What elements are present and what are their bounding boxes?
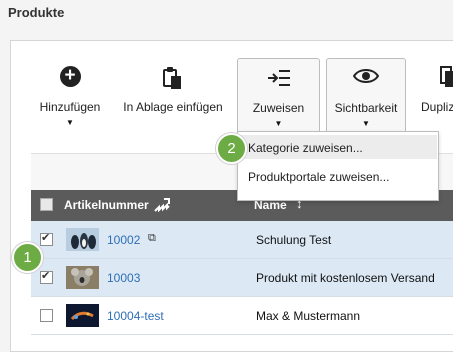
clipboard-button-label: In Ablage einfügen (123, 100, 223, 114)
product-name: Max & Mustermann (256, 309, 361, 323)
article-number-link[interactable]: 10002 (107, 233, 140, 247)
visibility-button[interactable]: Sichtbarkeit ▼ (326, 58, 406, 134)
plus-circle-icon: + (59, 66, 81, 87)
visibility-button-label: Sichtbarkeit (334, 101, 398, 115)
select-all-checkbox[interactable] (40, 198, 53, 211)
add-button[interactable]: + Hinzufügen ▼ (33, 58, 107, 132)
table-row[interactable]: 10003 Produkt mit kostenlosem Versand (31, 259, 453, 297)
chevron-down-icon: ▼ (362, 119, 370, 128)
eye-icon (353, 69, 379, 83)
product-thumbnail (66, 304, 99, 327)
step-badge-1: 1 (12, 242, 43, 273)
indent-icon (267, 70, 290, 86)
page-title: Produkte (8, 5, 65, 20)
row-checkbox[interactable] (40, 231, 53, 246)
product-name: Schulung Test (256, 233, 332, 247)
row-checkbox[interactable] (40, 269, 53, 284)
step-badge-2: 2 (216, 133, 247, 164)
product-thumbnail (66, 266, 99, 289)
assign-button-label: Zuweisen (252, 101, 305, 115)
menu-item-assign-product-portals[interactable]: Produktportale zuweisen... (248, 170, 389, 184)
chevron-down-icon: ▼ (274, 119, 283, 128)
assign-dropdown-menu: Kategorie zuweisen... Produktportale zuw… (237, 131, 439, 201)
column-header-article-number[interactable]: Artikelnummer (64, 198, 149, 212)
clipboard-button[interactable]: In Ablage einfügen (118, 58, 228, 132)
sort-icon[interactable] (154, 198, 170, 212)
chevron-down-icon: ▼ (66, 118, 74, 127)
row-checkbox[interactable] (40, 309, 53, 322)
add-button-label: Hinzufügen (39, 100, 101, 114)
product-name: Produkt mit kostenlosem Versand (256, 271, 435, 285)
clipboard-icon (163, 67, 181, 89)
product-thumbnail (66, 228, 99, 251)
duplicate-button[interactable]: Dupliz (418, 58, 453, 132)
article-number-link[interactable]: 10003 (107, 271, 140, 285)
table-row[interactable]: 10004-test Max & Mustermann (31, 297, 453, 335)
table-row[interactable]: 10002 ⧉ Schulung Test (31, 221, 453, 259)
menu-item-assign-category[interactable]: Kategorie zuweisen... (248, 141, 363, 155)
duplicate-icon (440, 66, 453, 87)
assign-button[interactable]: Zuweisen ▼ (237, 58, 320, 134)
article-number-link[interactable]: 10004-test (107, 309, 164, 323)
duplicate-button-label: Dupliz (421, 100, 453, 114)
external-link-icon[interactable]: ⧉ (148, 232, 156, 245)
